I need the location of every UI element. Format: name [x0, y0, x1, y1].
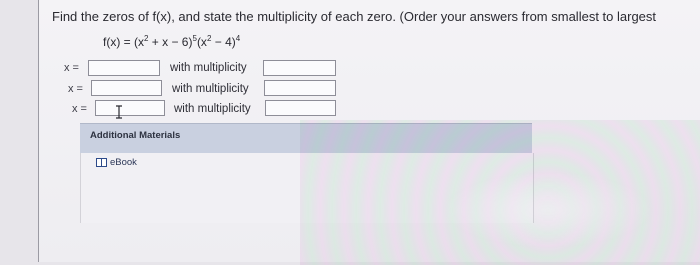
- additional-materials-title: Additional Materials: [90, 130, 181, 141]
- text-cursor-icon: [116, 105, 122, 119]
- ebook-link[interactable]: eBook: [96, 157, 137, 168]
- multiplicity-label-3: with multiplicity: [174, 103, 251, 115]
- zero-input-2[interactable]: [91, 80, 162, 96]
- additional-materials-body: [80, 153, 534, 223]
- zero-input-1[interactable]: [88, 60, 160, 76]
- function-exponent: 4: [235, 34, 241, 43]
- zero-label-3: x =: [72, 103, 87, 115]
- multiplicity-input-3[interactable]: [265, 100, 336, 116]
- question-prompt: Find the zeros of f(x), and state the mu…: [52, 9, 657, 24]
- multiplicity-input-1[interactable]: [263, 60, 336, 76]
- book-icon: [96, 158, 107, 167]
- function-part: + x − 6): [148, 35, 193, 49]
- multiplicity-input-2[interactable]: [264, 80, 336, 96]
- zero-label-1: x =: [64, 62, 79, 74]
- function-part: f(x) = (x: [103, 35, 144, 49]
- additional-materials-header[interactable]: Additional Materials: [80, 123, 532, 154]
- zero-input-3[interactable]: [95, 100, 165, 116]
- multiplicity-label-2: with multiplicity: [172, 83, 249, 95]
- multiplicity-label-1: with multiplicity: [170, 62, 247, 74]
- function-definition: f(x) = (x2 + x − 6)5(x2 − 4)4: [103, 34, 240, 49]
- ebook-label: eBook: [110, 157, 137, 168]
- function-part: (x: [196, 35, 207, 49]
- function-part: − 4): [211, 35, 236, 49]
- zero-label-2: x =: [68, 83, 83, 95]
- panel-divider: [38, 0, 39, 262]
